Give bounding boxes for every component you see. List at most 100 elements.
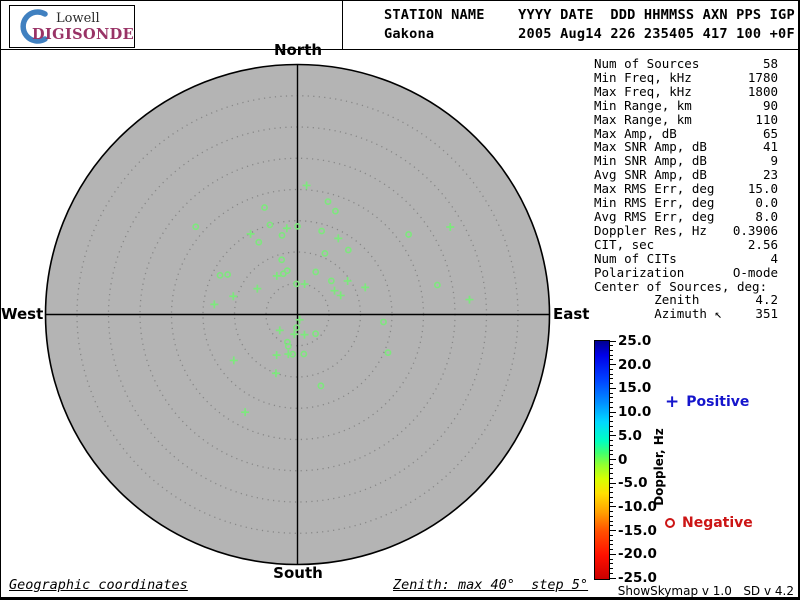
legend-positive: + Positive — [665, 394, 750, 411]
colorbar-minor-tick — [610, 496, 613, 498]
colorbar-minor-tick — [610, 349, 613, 351]
colorbar-minor-tick — [610, 525, 613, 527]
doppler-colorbar — [594, 340, 610, 580]
stat-row: Avg SNR Amp, dB 23 — [594, 168, 778, 182]
stat-label: Max SNR Amp, dB — [594, 139, 707, 155]
colorbar-major-tick — [610, 364, 616, 366]
circle-marker-icon — [665, 518, 675, 528]
stats-panel: Num of Sources 58 Min Freq, kHz 1780 Max Fre… — [594, 57, 778, 321]
stat-value: 8.0 — [755, 208, 778, 224]
colorbar-major-tick — [610, 411, 616, 413]
software-version-label: ShowSkymap v 1.0 SD v 4.2 — [617, 584, 794, 598]
colorbar-minor-tick — [610, 568, 613, 570]
stat-value: 0.3906 — [732, 222, 778, 238]
stat-value: 15.0 — [747, 181, 778, 197]
stat-value: 58 — [762, 56, 778, 71]
stat-value: 4 — [770, 250, 778, 266]
stat-row: Max Freq, kHz 1800 — [594, 83, 778, 99]
colorbar-tick-label: 20.0 — [618, 356, 652, 373]
colorbar-minor-tick — [610, 520, 613, 522]
stat-row: Center of Sources, deg: — [594, 279, 778, 294]
stat-row: CIT, sec 2.56 — [594, 236, 778, 252]
stat-label: Min RMS Err, deg — [594, 195, 715, 211]
colorbar-minor-tick — [610, 463, 613, 465]
colorbar-minor-tick — [610, 440, 613, 442]
colorbar-minor-tick — [610, 563, 613, 565]
colorbar-tick-label: 25.0 — [618, 333, 652, 349]
stat-value: 1780 — [747, 69, 778, 85]
colorbar-tick-label: 0 — [618, 451, 628, 468]
colorbar-minor-tick — [610, 392, 613, 394]
colorbar-minor-tick — [610, 473, 613, 475]
stat-value: O-mode — [732, 264, 778, 280]
colorbar-major-tick — [610, 577, 616, 579]
colorbar-minor-tick — [610, 477, 613, 479]
colorbar-major-tick — [610, 435, 616, 437]
colorbar-tick-label: -15.0 — [618, 522, 657, 539]
colorbar-major-tick — [610, 530, 616, 532]
showskymap-window: Lowell DIGISONDE STATION NAME YYYY DATE … — [0, 0, 800, 600]
stat-label: Min Freq, kHz — [594, 69, 692, 85]
legend-negative: Negative — [665, 515, 753, 531]
stat-label: Polarization — [594, 264, 685, 280]
colorbar-minor-tick — [610, 539, 613, 541]
colorbar-major-tick — [610, 482, 616, 484]
stat-value: 65 — [762, 125, 778, 141]
compass-label-south: South — [273, 564, 323, 582]
colorbar-tick-label: -5.0 — [618, 475, 648, 492]
colorbar-axis-title: Doppler, Hz — [652, 428, 666, 506]
colorbar-minor-tick — [610, 383, 613, 385]
colorbar-minor-tick — [610, 444, 613, 446]
stat-label: Min Range, km — [594, 97, 692, 113]
stat-value: 351 — [755, 306, 778, 322]
colorbar-minor-tick — [610, 558, 613, 560]
stat-value: 9 — [770, 153, 778, 169]
colorbar-minor-tick — [610, 449, 613, 451]
stat-label: Max Freq, kHz — [594, 83, 692, 99]
colorbar-tick-label: 5.0 — [618, 427, 642, 444]
stat-value: 1800 — [747, 83, 778, 99]
stat-row: Polarization O-mode — [594, 264, 778, 280]
legend-positive-label: Positive — [686, 394, 750, 410]
colorbar-minor-tick — [610, 487, 613, 489]
colorbar-tick-label: 15.0 — [618, 380, 652, 397]
zenith-scale-label: Zenith: max 40° step 5° — [393, 577, 589, 593]
stat-value: 2.56 — [747, 236, 778, 252]
stat-label: Azimuth ↖ — [594, 306, 722, 322]
stat-label: Min SNR Amp, dB — [594, 153, 707, 169]
stat-row: Min RMS Err, deg 0.0 — [594, 196, 778, 210]
stat-label: Max RMS Err, deg — [594, 181, 715, 197]
colorbar-minor-tick — [610, 425, 613, 427]
stat-row: Max Amp, dB 65 — [594, 125, 778, 141]
colorbar-minor-tick — [610, 492, 613, 494]
stat-label: CIT, sec — [594, 236, 655, 252]
stat-row: Max RMS Err, deg 15.0 — [594, 182, 778, 196]
stat-value: 4.2 — [755, 292, 778, 308]
stat-row: Min Freq, kHz 1780 — [594, 71, 778, 85]
colorbar-major-tick — [610, 340, 616, 342]
colorbar-minor-tick — [610, 359, 613, 361]
stat-row: Num of Sources 58 — [594, 57, 778, 71]
stat-label: Max Range, km — [594, 111, 692, 127]
stat-value: 41 — [762, 139, 778, 155]
colorbar-major-tick — [610, 387, 616, 389]
stat-value: 23 — [762, 167, 778, 183]
stat-row: Max SNR Amp, dB 41 — [594, 140, 778, 154]
stat-label: Max Amp, dB — [594, 125, 677, 141]
stat-row: Num of CITs 4 — [594, 250, 778, 266]
coordinates-mode-label: Geographic coordinates — [9, 577, 188, 593]
stat-label: Doppler Res, Hz — [594, 222, 707, 238]
colorbar-minor-tick — [610, 421, 613, 423]
colorbar-minor-tick — [610, 430, 613, 432]
colorbar-major-tick — [610, 459, 616, 460]
colorbar-tick-label: -20.0 — [618, 546, 657, 563]
colorbar-major-tick — [610, 506, 616, 508]
stat-row: Azimuth ↖ 351 — [594, 307, 778, 321]
colorbar-minor-tick — [610, 511, 613, 513]
stat-row: Avg RMS Err, deg 8.0 — [594, 210, 778, 224]
stat-label: Num of Sources — [594, 56, 700, 71]
stat-label: Zenith — [594, 292, 700, 308]
colorbar-minor-tick — [610, 534, 613, 536]
colorbar-minor-tick — [610, 468, 613, 470]
colorbar-major-tick — [610, 553, 616, 555]
